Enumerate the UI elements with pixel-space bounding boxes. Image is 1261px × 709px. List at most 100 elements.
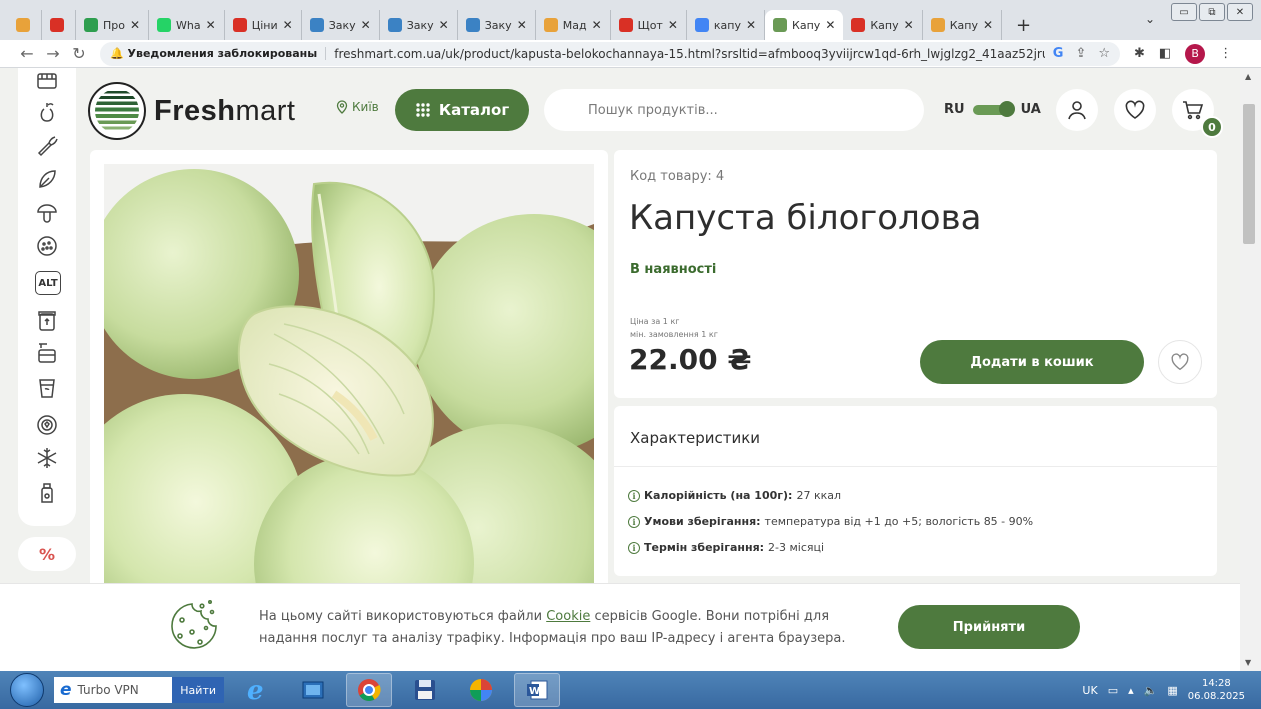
tab-label: Ціни xyxy=(251,18,278,32)
tab-close-icon[interactable]: ✕ xyxy=(983,18,993,32)
svg-text:W: W xyxy=(529,686,540,697)
lang-ru-label[interactable]: RU xyxy=(944,102,965,117)
side-panel-icon[interactable]: ◧ xyxy=(1159,46,1171,61)
account-button[interactable] xyxy=(1056,89,1098,131)
tab-favicon-icon xyxy=(773,18,788,32)
url-text[interactable]: freshmart.com.ua/uk/product/kapusta-belo… xyxy=(334,47,1045,61)
grocery-category-icon[interactable] xyxy=(35,341,59,365)
product-search-input[interactable] xyxy=(544,89,924,131)
language-switch[interactable]: RU UA xyxy=(944,100,1041,117)
bookmark-star-icon[interactable]: ☆ xyxy=(1098,46,1110,61)
catalog-button[interactable]: Каталог xyxy=(395,89,529,131)
browser-tab[interactable]: капу ✕ xyxy=(687,10,766,40)
cookie-link[interactable]: Cookie xyxy=(546,609,590,624)
profile-avatar[interactable]: B xyxy=(1185,43,1206,64)
tab-close-icon[interactable]: ✕ xyxy=(361,18,371,32)
carrot-category-icon[interactable] xyxy=(35,133,59,157)
drinks-category-icon[interactable] xyxy=(35,375,59,399)
photos-pinwheel-taskbar-icon[interactable] xyxy=(458,673,504,707)
minimize-button[interactable]: ▭ xyxy=(1171,3,1197,21)
browser-tab[interactable]: Заку ✕ xyxy=(458,10,536,40)
maximize-button[interactable]: ⧉ xyxy=(1199,3,1225,21)
browser-tab[interactable]: Заку ✕ xyxy=(380,10,458,40)
accept-cookies-button[interactable]: Прийняти xyxy=(898,605,1080,649)
new-tab-button[interactable]: + xyxy=(1002,10,1045,40)
tab-close-icon[interactable]: ✕ xyxy=(283,18,293,32)
keyboard-icon[interactable]: ▭ xyxy=(1108,684,1118,697)
browser-tab[interactable]: Капу ✕ xyxy=(843,10,923,40)
spices-category-icon[interactable] xyxy=(35,413,59,437)
page-scrollbar[interactable]: ▲ ▼ xyxy=(1240,68,1261,671)
scrollbar-thumb[interactable] xyxy=(1243,104,1255,244)
browser-tab[interactable]: Капу ✕ xyxy=(765,10,844,40)
tab-close-icon[interactable]: ✕ xyxy=(206,18,216,32)
tab-close-icon[interactable]: ✕ xyxy=(668,18,678,32)
browser-tab[interactable]: Заку ✕ xyxy=(302,10,380,40)
tab-close-icon[interactable]: ✕ xyxy=(517,18,527,32)
internet-explorer-taskbar-icon[interactable]: e xyxy=(234,673,280,707)
start-button[interactable] xyxy=(10,673,44,707)
sale-category-button[interactable]: % xyxy=(18,537,76,571)
browser-tab[interactable]: Wha ✕ xyxy=(149,10,225,40)
tab-close-icon[interactable]: ✕ xyxy=(746,18,756,32)
wishlist-button[interactable] xyxy=(1114,89,1156,131)
bakery-category-icon[interactable] xyxy=(35,70,59,94)
file-manager-taskbar-icon[interactable] xyxy=(290,673,336,707)
chrome-taskbar-icon[interactable] xyxy=(346,673,392,707)
canned-goods-category-icon[interactable] xyxy=(35,308,59,332)
lang-ua-label[interactable]: UA xyxy=(1021,102,1041,117)
scroll-down-arrow-icon[interactable]: ▼ xyxy=(1245,658,1251,667)
tray-expand-icon[interactable]: ▴ xyxy=(1128,684,1134,697)
browser-tab[interactable] xyxy=(8,10,42,40)
household-chemicals-category-icon[interactable] xyxy=(35,481,59,505)
network-icon[interactable]: ▦ xyxy=(1167,684,1177,697)
browser-tab[interactable] xyxy=(42,10,76,40)
forward-arrow-icon[interactable]: → xyxy=(42,44,64,63)
browser-tab[interactable]: Про ✕ xyxy=(76,10,150,40)
google-lens-icon[interactable]: G xyxy=(1053,46,1064,61)
taskbar-clock[interactable]: 14:28 06.08.2025 xyxy=(1188,677,1245,703)
clock-time: 14:28 xyxy=(1201,678,1231,689)
tab-close-icon[interactable]: ✕ xyxy=(825,18,835,32)
characteristic-value: 27 ккал xyxy=(796,489,842,502)
herbs-category-icon[interactable] xyxy=(35,167,59,191)
browser-tab[interactable]: Щот ✕ xyxy=(611,10,687,40)
reload-icon[interactable]: ↻ xyxy=(68,44,90,63)
mushroom-category-icon[interactable] xyxy=(35,200,59,224)
taskbar-search-button[interactable]: Найти xyxy=(172,677,224,703)
language-toggle[interactable] xyxy=(972,100,1015,117)
cabbage-product-image[interactable] xyxy=(104,164,594,583)
alt-category-badge[interactable]: ALT xyxy=(35,271,61,295)
save-floppy-taskbar-icon[interactable] xyxy=(402,673,448,707)
tab-close-icon[interactable]: ✕ xyxy=(439,18,449,32)
browser-tab[interactable]: Капу ✕ xyxy=(923,10,1003,40)
tab-label: Заку xyxy=(406,18,434,32)
tab-search-chevron-icon[interactable]: ⌄ xyxy=(1145,12,1155,26)
input-language-indicator[interactable]: UK xyxy=(1082,684,1097,697)
add-to-cart-button[interactable]: Додати в кошик xyxy=(920,340,1144,384)
volume-icon[interactable]: 🔈 xyxy=(1144,684,1158,697)
browser-tab[interactable]: Мад ✕ xyxy=(536,10,611,40)
tab-label: Wha xyxy=(176,18,201,32)
tab-close-icon[interactable]: ✕ xyxy=(904,18,914,32)
scroll-up-arrow-icon[interactable]: ▲ xyxy=(1245,72,1251,81)
tab-close-icon[interactable]: ✕ xyxy=(130,18,140,32)
pear-category-icon[interactable] xyxy=(35,100,59,124)
site-logo[interactable]: Freshmart xyxy=(88,82,295,140)
extensions-puzzle-icon[interactable]: ✱ xyxy=(1134,46,1145,61)
tab-close-icon[interactable]: ✕ xyxy=(592,18,602,32)
add-to-wishlist-button[interactable] xyxy=(1158,340,1202,384)
browser-tab[interactable]: Ціни ✕ xyxy=(225,10,302,40)
share-icon[interactable]: ⇪ xyxy=(1075,46,1086,61)
browser-menu-icon[interactable]: ⋮ xyxy=(1219,46,1232,61)
taskbar-search[interactable]: e Turbo VPN Найти xyxy=(54,677,224,703)
close-window-button[interactable]: ✕ xyxy=(1227,3,1253,21)
omnibox[interactable]: 🔔 Уведомления заблокированы freshmart.co… xyxy=(100,41,1120,66)
frozen-snowflake-icon[interactable] xyxy=(35,446,59,470)
notification-blocked-chip[interactable]: 🔔 Уведомления заблокированы xyxy=(110,47,327,60)
city-selector[interactable]: Київ xyxy=(336,100,379,114)
back-arrow-icon[interactable]: ← xyxy=(16,44,38,63)
nuts-category-icon[interactable] xyxy=(35,234,59,258)
taskbar-search-text[interactable]: Turbo VPN xyxy=(78,683,139,697)
word-taskbar-icon[interactable]: W xyxy=(514,673,560,707)
